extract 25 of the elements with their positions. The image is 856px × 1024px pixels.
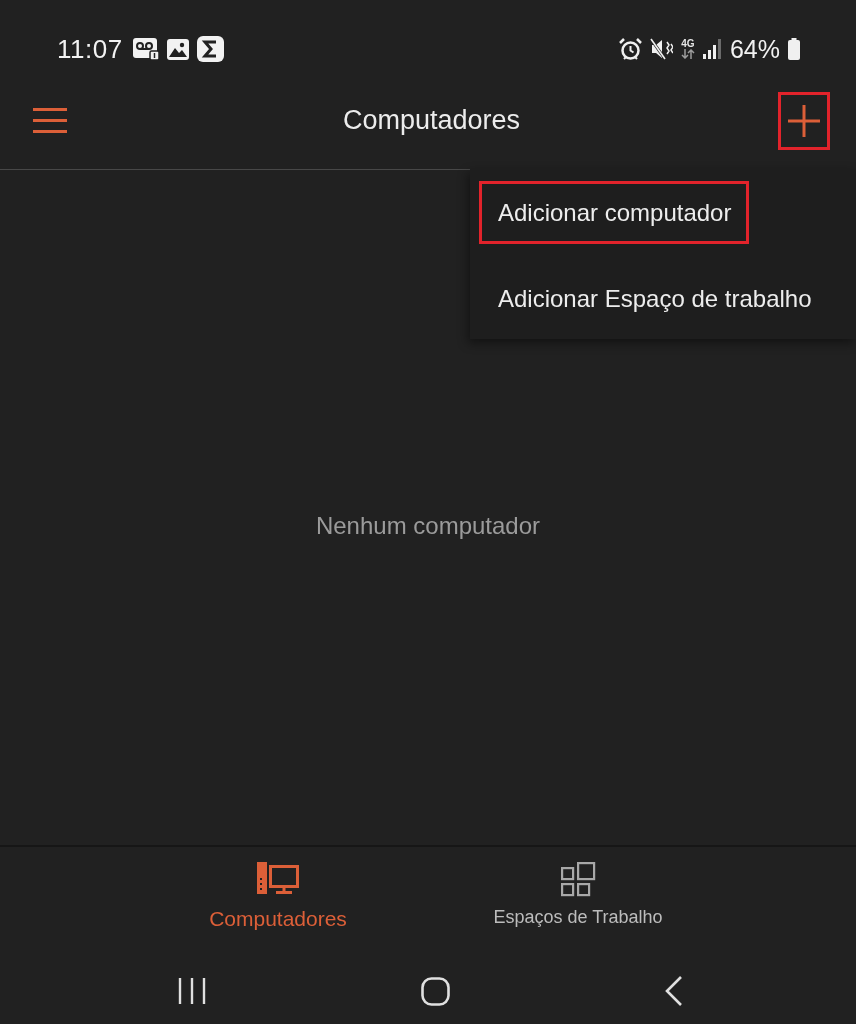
alarm-icon <box>618 37 642 61</box>
image-icon <box>166 38 189 60</box>
screen-title: Computadores <box>342 105 521 136</box>
nav-tab[interactable]: Espaços de Trabalho <box>428 862 728 928</box>
sigma-icon <box>196 36 224 62</box>
back-icon[interactable] <box>665 976 682 1006</box>
home-icon[interactable] <box>421 976 450 1006</box>
signal-icon <box>702 39 722 59</box>
menu-item[interactable]: Adicionar computador <box>479 181 750 244</box>
battery-percent: 64% <box>729 34 780 64</box>
battery-icon <box>788 38 800 60</box>
computer-icon <box>257 862 299 895</box>
network-type-label: 4G <box>681 39 695 49</box>
grid-icon <box>560 862 596 897</box>
network-arrows-icon <box>680 49 695 59</box>
nav-tab[interactable]: Computadores <box>128 862 428 931</box>
menu-icon[interactable] <box>33 108 67 133</box>
add-button[interactable] <box>778 91 830 150</box>
mute-icon <box>649 38 673 60</box>
voicemail-icon <box>132 38 159 60</box>
plus-icon <box>788 104 820 137</box>
status-time: 11:07 <box>57 33 123 65</box>
menu-item[interactable]: Adicionar Espaço de trabalho <box>479 267 830 330</box>
recents-icon[interactable] <box>178 978 206 1004</box>
empty-message: Nenhum computador <box>315 511 541 540</box>
